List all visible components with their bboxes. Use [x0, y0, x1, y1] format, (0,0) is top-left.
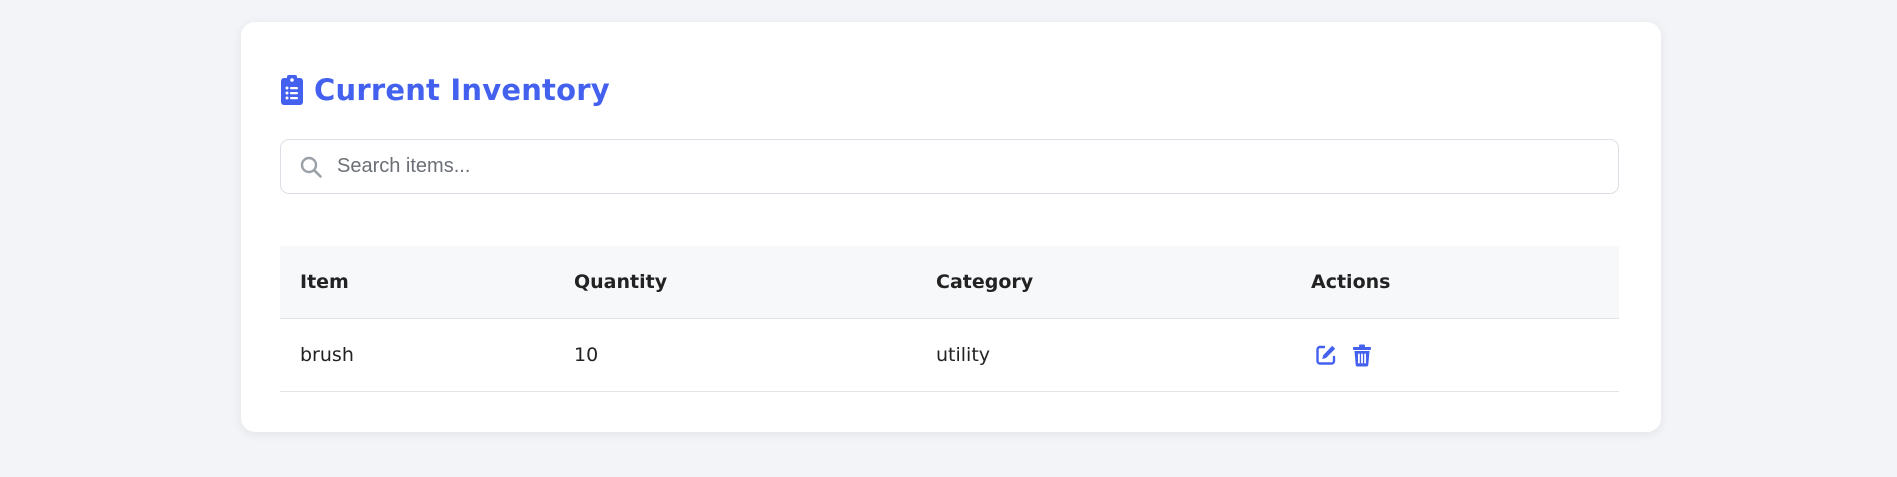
search-input[interactable]: [335, 145, 1618, 188]
cell-category: utility: [916, 318, 1291, 392]
trash-icon[interactable]: [1351, 343, 1373, 367]
table-header-row: Item Quantity Category Actions: [280, 246, 1619, 319]
header-category: Category: [916, 246, 1291, 319]
cell-quantity: 10: [554, 318, 916, 392]
header-quantity: Quantity: [554, 246, 916, 319]
cell-item: brush: [280, 318, 554, 392]
edit-icon[interactable]: [1315, 343, 1337, 367]
header-item: Item: [280, 246, 554, 319]
clipboard-list-icon: [280, 74, 304, 106]
inventory-card: Current Inventory Item Quantity Category…: [241, 22, 1661, 432]
page-header: Current Inventory: [280, 70, 610, 110]
page-title: Current Inventory: [314, 73, 610, 107]
cell-actions: [1291, 318, 1619, 392]
inventory-table: Item Quantity Category Actions brush 10 …: [280, 246, 1619, 392]
search-icon: [299, 155, 323, 179]
table-row: brush 10 utility: [280, 318, 1619, 392]
header-actions: Actions: [1291, 246, 1619, 319]
search-box[interactable]: [280, 139, 1619, 194]
row-actions: [1311, 343, 1619, 367]
